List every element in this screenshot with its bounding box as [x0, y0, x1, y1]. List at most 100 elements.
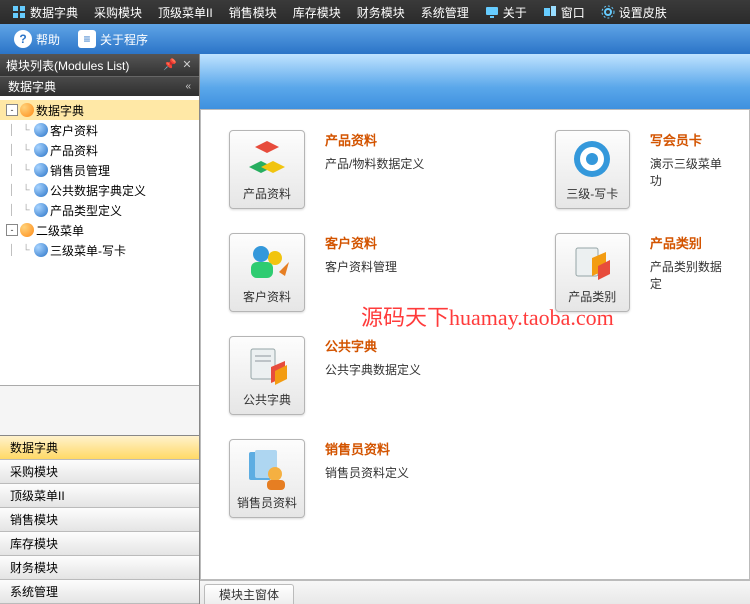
tree-node-icon — [34, 203, 48, 217]
card-icon — [245, 137, 289, 181]
sidebar-panel-title: 模块列表(Modules List) — [6, 57, 129, 74]
card-caption: 销售员资料 — [237, 494, 297, 511]
card-button-0-1[interactable]: 三级-写卡 — [555, 130, 630, 209]
help-label: 帮助 — [36, 31, 60, 48]
menu-item-4[interactable]: 库存模块 — [285, 0, 349, 24]
menu-item-0[interactable]: 数据字典 — [4, 0, 86, 24]
sidebar: 模块列表(Modules List) 📌 ✕ 数据字典 « - 数据字典│└ 客… — [0, 54, 200, 604]
tree-node-label: 产品类型定义 — [50, 202, 122, 219]
menu-label: 关于 — [503, 4, 527, 21]
sidebar-section-header[interactable]: 数据字典 « — [0, 76, 199, 96]
tree-node-3[interactable]: │└ 销售员管理 — [0, 160, 199, 180]
card-icon — [245, 240, 289, 284]
module-item-0[interactable]: 数据字典 — [0, 436, 199, 460]
module-item-2[interactable]: 顶级菜单II — [0, 484, 199, 508]
tree-node-icon — [34, 163, 48, 177]
tree-node-4[interactable]: │└ 公共数据字典定义 — [0, 180, 199, 200]
about-icon: ≡ — [78, 30, 96, 48]
tree-node-5[interactable]: │└ 产品类型定义 — [0, 200, 199, 220]
tree-node-icon — [20, 103, 34, 117]
card-desc: 客户资料管理 — [325, 258, 397, 275]
module-tree: - 数据字典│└ 客户资料│└ 产品资料│└ 销售员管理│└ 公共数据字典定义│… — [0, 96, 199, 386]
menu-label: 顶级菜单II — [158, 4, 213, 21]
menu-item-2[interactable]: 顶级菜单II — [150, 0, 221, 24]
menu-label: 设置皮肤 — [619, 4, 667, 21]
pin-icon[interactable]: 📌 — [163, 59, 175, 71]
module-item-label: 财务模块 — [10, 559, 58, 576]
tree-node-icon — [34, 243, 48, 257]
card-button-1-1[interactable]: 产品类别 — [555, 233, 630, 312]
module-item-label: 库存模块 — [10, 535, 58, 552]
card-icon — [570, 137, 614, 181]
tree-node-1[interactable]: │└ 客户资料 — [0, 120, 199, 140]
module-item-1[interactable]: 采购模块 — [0, 460, 199, 484]
tree-toggle-icon[interactable]: - — [6, 104, 18, 116]
card-button-2-0[interactable]: 公共字典 — [229, 336, 305, 415]
module-item-5[interactable]: 财务模块 — [0, 556, 199, 580]
module-item-label: 销售模块 — [10, 511, 58, 528]
module-item-4[interactable]: 库存模块 — [0, 532, 199, 556]
menu-label: 库存模块 — [293, 4, 341, 21]
card-title: 产品资料 — [325, 130, 424, 149]
card-button-1-0[interactable]: 客户资料 — [229, 233, 305, 312]
menu-label: 数据字典 — [30, 4, 78, 21]
menu-item-3[interactable]: 销售模块 — [221, 0, 285, 24]
help-icon: ? — [14, 30, 32, 48]
menu-item-8[interactable]: 窗口 — [535, 0, 593, 24]
chevron-left-icon: « — [185, 81, 191, 92]
tab-label: 模块主窗体 — [219, 586, 279, 603]
tree-node-icon — [34, 143, 48, 157]
tree-node-2[interactable]: │└ 产品资料 — [0, 140, 199, 160]
card-title: 公共字典 — [325, 336, 421, 355]
tree-node-6[interactable]: - 二级菜单 — [0, 220, 199, 240]
about-program-button[interactable]: ≡ 关于程序 — [70, 28, 156, 50]
module-item-3[interactable]: 销售模块 — [0, 508, 199, 532]
card-caption: 产品资料 — [243, 185, 291, 202]
menu-label: 销售模块 — [229, 4, 277, 21]
menu-item-6[interactable]: 系统管理 — [413, 0, 477, 24]
tab-main-form[interactable]: 模块主窗体 — [204, 584, 294, 604]
content-tabstrip: 模块主窗体 — [200, 580, 750, 604]
menu-item-9[interactable]: 设置皮肤 — [593, 0, 675, 24]
sidebar-section-title: 数据字典 — [8, 78, 56, 95]
tree-node-label: 数据字典 — [36, 102, 84, 119]
menu-label: 采购模块 — [94, 4, 142, 21]
module-item-label: 顶级菜单II — [10, 487, 65, 504]
close-icon[interactable]: ✕ — [181, 59, 193, 71]
tree-node-label: 公共数据字典定义 — [50, 182, 146, 199]
module-item-label: 采购模块 — [10, 463, 58, 480]
card-desc: 销售员资料定义 — [325, 464, 409, 481]
about-label: 关于程序 — [100, 31, 148, 48]
card-caption: 客户资料 — [243, 288, 291, 305]
menu-item-5[interactable]: 财务模块 — [349, 0, 413, 24]
tree-toggle-icon[interactable]: - — [6, 224, 18, 236]
help-button[interactable]: ? 帮助 — [6, 28, 68, 50]
card-caption: 三级-写卡 — [566, 185, 618, 202]
menu-item-7[interactable]: 关于 — [477, 0, 535, 24]
tree-node-label: 销售员管理 — [50, 162, 110, 179]
tree-node-0[interactable]: - 数据字典 — [0, 100, 199, 120]
card-title: 销售员资料 — [325, 439, 409, 458]
card-button-3-0[interactable]: 销售员资料 — [229, 439, 305, 518]
card-desc: 演示三级菜单功 — [650, 155, 733, 189]
card-icon — [245, 343, 289, 387]
tree-node-7[interactable]: │└ 三级菜单-写卡 — [0, 240, 199, 260]
main-menubar: 数据字典采购模块顶级菜单II 销售模块库存模块财务模块系统管理 关于窗口 设置皮肤 — [0, 0, 750, 24]
card-caption: 产品类别 — [568, 288, 616, 305]
menu-item-1[interactable]: 采购模块 — [86, 0, 150, 24]
card-title: 写会员卡 — [650, 130, 733, 149]
module-item-6[interactable]: 系统管理 — [0, 580, 199, 604]
card-desc: 产品类别数据定 — [650, 258, 733, 292]
tree-node-icon — [34, 183, 48, 197]
tree-node-label: 二级菜单 — [36, 222, 84, 239]
card-caption: 公共字典 — [243, 391, 291, 408]
sidebar-module-list: 数据字典采购模块顶级菜单II 销售模块库存模块财务模块系统管理 — [0, 435, 199, 604]
module-item-label: 数据字典 — [10, 439, 58, 456]
card-desc: 产品/物料数据定义 — [325, 155, 424, 172]
content-body: 源码天下huamay.taoba.com 产品资料产品资料产品/物料数据定义三级… — [200, 109, 750, 580]
tree-node-label: 三级菜单-写卡 — [50, 242, 126, 259]
tree-node-icon — [20, 223, 34, 237]
card-button-0-0[interactable]: 产品资料 — [229, 130, 305, 209]
card-icon — [570, 240, 614, 284]
card-icon — [245, 446, 289, 490]
